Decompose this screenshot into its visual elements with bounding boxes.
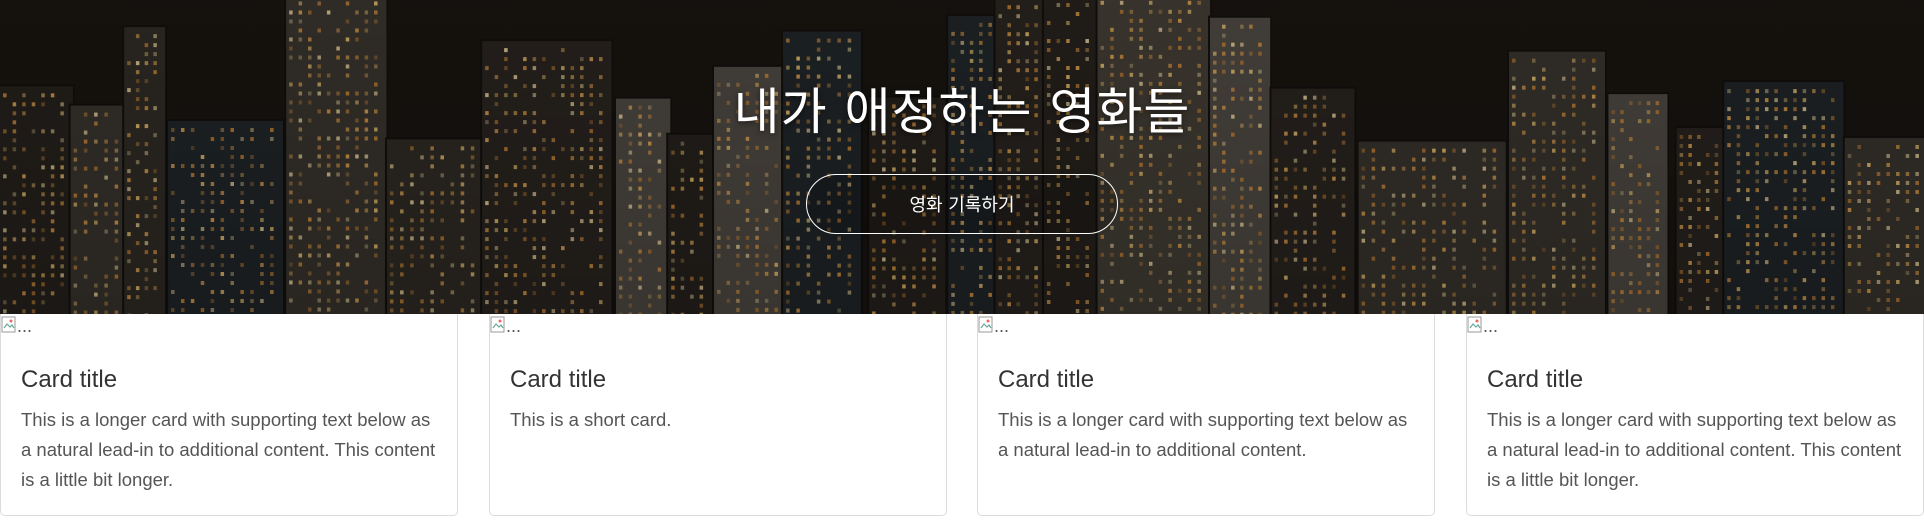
card-text: This is a longer card with supporting te…	[21, 409, 436, 490]
broken-image-icon	[490, 316, 506, 334]
card-title: Card title	[1487, 366, 1584, 393]
card-image-alt: ...	[506, 316, 522, 336]
card-image-broken: ...	[978, 316, 1009, 342]
broken-image-icon	[978, 316, 994, 334]
hero-overlay	[0, 0, 1924, 314]
card-image-alt: ...	[17, 316, 33, 336]
card-title: Card title	[998, 366, 1095, 393]
record-movie-button[interactable]: 영화 기록하기	[806, 174, 1118, 234]
card-image-broken: ...	[1, 316, 32, 342]
card-image-broken: ...	[490, 316, 521, 342]
card-title: Card title	[510, 366, 607, 393]
card-text: This is a longer card with supporting te…	[1487, 409, 1902, 490]
card: ... Card title This is a longer card wit…	[0, 314, 458, 516]
card-image-broken: ...	[1467, 316, 1498, 342]
hero-banner: 내가 애정하는 영화들 영화 기록하기	[0, 0, 1924, 314]
broken-image-icon	[1467, 316, 1483, 334]
card-body: Card title This is a longer card with su…	[998, 364, 1414, 465]
card-body: Card title This is a short card.	[510, 364, 926, 435]
card: ... Card title This is a longer card wit…	[977, 314, 1435, 516]
card: ... Card title This is a short card.	[489, 314, 947, 516]
card-grid: ... Card title This is a longer card wit…	[0, 314, 1924, 516]
card-image-alt: ...	[1483, 316, 1499, 336]
card-body: Card title This is a longer card with su…	[21, 364, 437, 495]
card-text: This is a longer card with supporting te…	[998, 409, 1408, 460]
hero-title: 내가 애정하는 영화들	[733, 83, 1191, 141]
card-title: Card title	[21, 366, 118, 393]
card-body: Card title This is a longer card with su…	[1487, 364, 1903, 495]
card-image-alt: ...	[994, 316, 1010, 336]
card: ... Card title This is a longer card wit…	[1466, 314, 1924, 516]
card-text: This is a short card.	[510, 409, 672, 430]
broken-image-icon	[1, 316, 17, 334]
